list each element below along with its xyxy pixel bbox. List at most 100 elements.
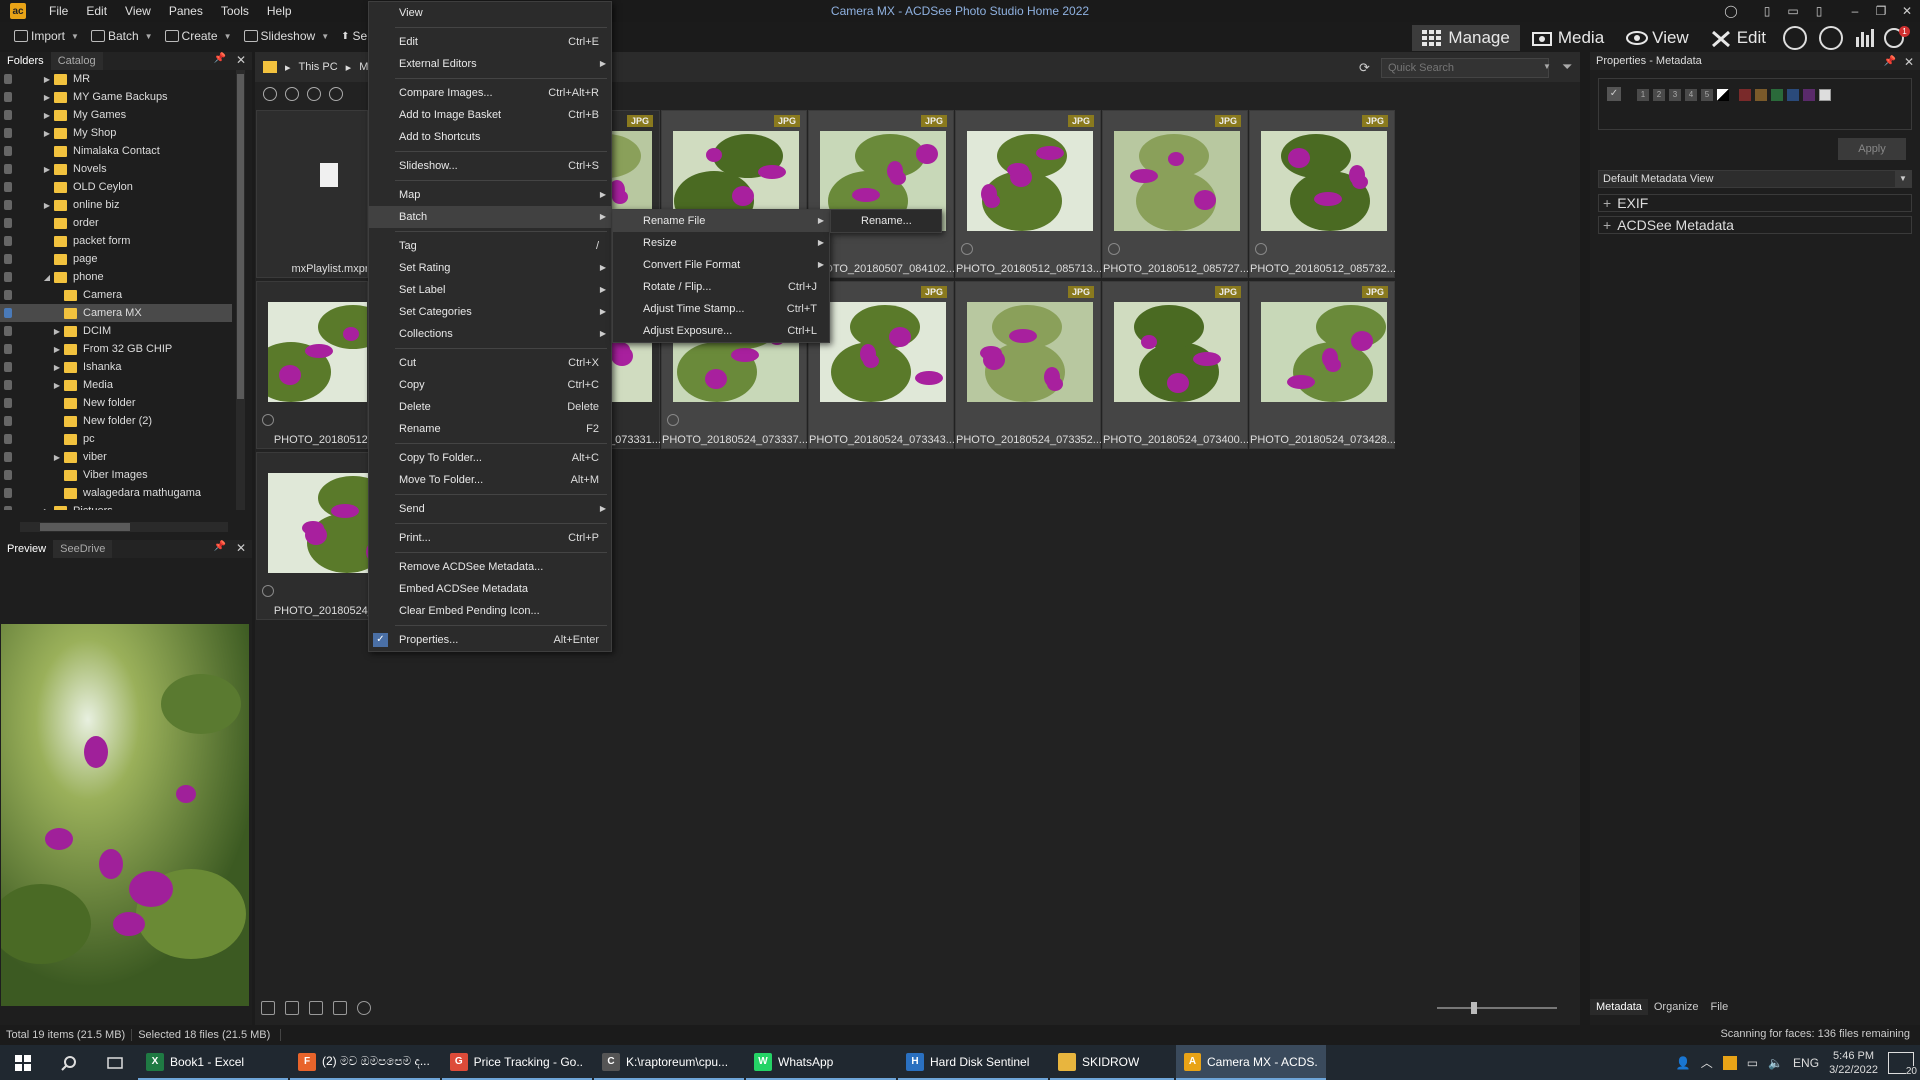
layout-bottom-icon[interactable]: ▭: [1780, 4, 1806, 18]
tab-catalog[interactable]: Catalog: [50, 52, 103, 70]
folder-checkbox[interactable]: [4, 74, 12, 84]
layout-right-icon[interactable]: ▯: [1806, 4, 1832, 18]
thumbnail-item[interactable]: JPG PHOTO_20180524_073400....: [1102, 281, 1249, 449]
menu-view[interactable]: View: [116, 0, 160, 22]
thumbnail-item[interactable]: JPG PHOTO_20180524_073428....: [1249, 281, 1396, 449]
label-green[interactable]: [1771, 89, 1783, 101]
folder-checkbox[interactable]: [4, 452, 12, 462]
tab-folders[interactable]: Folders: [0, 52, 51, 70]
label-blue[interactable]: [1787, 89, 1799, 101]
forward-icon[interactable]: [307, 87, 321, 101]
menu-item-view[interactable]: View: [369, 2, 611, 24]
aperture-icon[interactable]: [1783, 26, 1807, 50]
label-purple[interactable]: [1803, 89, 1815, 101]
folder-item[interactable]: page: [0, 250, 245, 268]
folder-item[interactable]: ▶ online biz: [0, 196, 245, 214]
taskbar-app[interactable]: SKIDROW: [1050, 1045, 1174, 1080]
taskbar-app[interactable]: C K:\raptoreum\cpu...: [594, 1045, 744, 1080]
layout-left-icon[interactable]: ▯: [1754, 4, 1780, 18]
menu-item-map[interactable]: Map ▶: [369, 184, 611, 206]
folder-item[interactable]: ▶ MR: [0, 70, 245, 88]
folder-checkbox[interactable]: [4, 380, 12, 390]
restore-icon[interactable]: ❐: [1868, 4, 1894, 18]
folder-item[interactable]: New folder: [0, 394, 245, 412]
basket-icon[interactable]: [333, 1001, 347, 1015]
folder-item[interactable]: ▶ Media: [0, 376, 245, 394]
folder-checkbox[interactable]: [4, 398, 12, 408]
folder-checkbox[interactable]: [4, 254, 12, 264]
taskbar-app[interactable]: H Hard Disk Sentinel: [898, 1045, 1048, 1080]
minimize-icon[interactable]: –: [1842, 4, 1868, 18]
pin-icon[interactable]: 📌: [214, 53, 226, 64]
menu-item-adjust-exposure[interactable]: Adjust Exposure... Ctrl+L: [613, 320, 829, 342]
folder-item[interactable]: ◢ phone: [0, 268, 245, 286]
close-icon[interactable]: ✕: [1894, 4, 1920, 18]
folder-checkbox[interactable]: [4, 506, 12, 510]
menu-item-adjust-time-stamp[interactable]: Adjust Time Stamp... Ctrl+T: [613, 298, 829, 320]
menu-item-send[interactable]: Send ▶: [369, 498, 611, 520]
label-orange[interactable]: [1755, 89, 1767, 101]
notifications-icon[interactable]: 1: [1884, 26, 1910, 50]
folder-item[interactable]: ▶ My Games: [0, 106, 245, 124]
folder-checkbox[interactable]: [4, 326, 12, 336]
taskbar-app[interactable]: A Camera MX - ACDS...: [1176, 1045, 1326, 1080]
menu-item-set-label[interactable]: Set Label ▶: [369, 279, 611, 301]
batch-button[interactable]: Batch ▼: [87, 29, 157, 43]
mode-edit[interactable]: Edit: [1701, 25, 1776, 51]
folder-checkbox[interactable]: [4, 470, 12, 480]
menu-item-copy[interactable]: Copy Ctrl+C: [369, 374, 611, 396]
menu-item-print[interactable]: Print... Ctrl+P: [369, 527, 611, 549]
people-icon[interactable]: 👤: [1676, 1056, 1691, 1070]
folder-checkbox[interactable]: [4, 416, 12, 426]
folder-item[interactable]: OLD Ceylon: [0, 178, 245, 196]
close-panel-icon[interactable]: ✕: [236, 53, 246, 67]
menu-item-collections[interactable]: Collections ▶: [369, 323, 611, 345]
expand-arrow-icon[interactable]: ▶: [52, 381, 62, 390]
pin-icon[interactable]: 📌: [214, 541, 226, 552]
mode-manage[interactable]: Manage: [1412, 25, 1520, 51]
folder-checkbox[interactable]: [4, 200, 12, 210]
expand-arrow-icon[interactable]: ▶: [42, 507, 52, 511]
folder-checkbox[interactable]: [4, 218, 12, 228]
menu-item-add-to-shortcuts[interactable]: Add to Shortcuts: [369, 126, 611, 148]
apply-button[interactable]: Apply: [1838, 138, 1906, 160]
rating-3[interactable]: 3: [1669, 89, 1681, 101]
acdsee-tray-icon[interactable]: [1722, 1055, 1737, 1070]
folder-checkbox[interactable]: [4, 182, 12, 192]
folder-item[interactable]: Nimalaka Contact: [0, 142, 245, 160]
expand-arrow-icon[interactable]: ▶: [42, 165, 52, 174]
folder-tree-scrollbar[interactable]: [236, 70, 245, 510]
taskbar-app[interactable]: X Book1 - Excel: [138, 1045, 288, 1080]
menu-item-properties[interactable]: ✓ Properties... Alt+Enter: [369, 629, 611, 651]
refresh-icon[interactable]: ⟳: [1359, 60, 1370, 76]
import-small-icon[interactable]: [261, 1001, 275, 1015]
slideshow-button[interactable]: Slideshow ▼: [240, 29, 334, 43]
search-dropdown-icon[interactable]: ▼: [1543, 62, 1551, 71]
folder-item[interactable]: ▶ Ishanka: [0, 358, 245, 376]
folder-item[interactable]: ▶ viber: [0, 448, 245, 466]
mode-view[interactable]: View: [1616, 25, 1699, 51]
folder-checkbox[interactable]: [4, 308, 12, 318]
menu-item-rotate-flip[interactable]: Rotate / Flip... Ctrl+J: [613, 276, 829, 298]
network-icon[interactable]: ▭: [1747, 1056, 1758, 1070]
taskbar-app[interactable]: G Price Tracking - Go...: [442, 1045, 592, 1080]
folder-item[interactable]: pc: [0, 430, 245, 448]
menu-item-tag[interactable]: Tag /: [369, 235, 611, 257]
365-icon[interactable]: [1819, 26, 1843, 50]
expand-arrow-icon[interactable]: ▶: [52, 327, 62, 336]
expand-arrow-icon[interactable]: ▶: [42, 93, 52, 102]
menu-item-set-categories[interactable]: Set Categories ▶: [369, 301, 611, 323]
expand-arrow-icon[interactable]: ▶: [42, 75, 52, 84]
menu-item-set-rating[interactable]: Set Rating ▶: [369, 257, 611, 279]
expand-arrow-icon[interactable]: ▶: [52, 453, 62, 462]
play-icon[interactable]: [357, 1001, 371, 1015]
menu-panes[interactable]: Panes: [160, 0, 212, 22]
menu-item-clear-embed-pending-icon[interactable]: Clear Embed Pending Icon...: [369, 600, 611, 622]
folder-item[interactable]: ▶ My Shop: [0, 124, 245, 142]
menu-item-slideshow[interactable]: Slideshow... Ctrl+S: [369, 155, 611, 177]
thumbnail-item[interactable]: JPG PHOTO_20180512_085727....: [1102, 110, 1249, 278]
folder-item[interactable]: ▶ Novels: [0, 160, 245, 178]
folder-item[interactable]: Camera MX: [0, 304, 232, 322]
rotate-right-icon[interactable]: [309, 1001, 323, 1015]
filter-icon[interactable]: ⏷: [1562, 59, 1572, 75]
